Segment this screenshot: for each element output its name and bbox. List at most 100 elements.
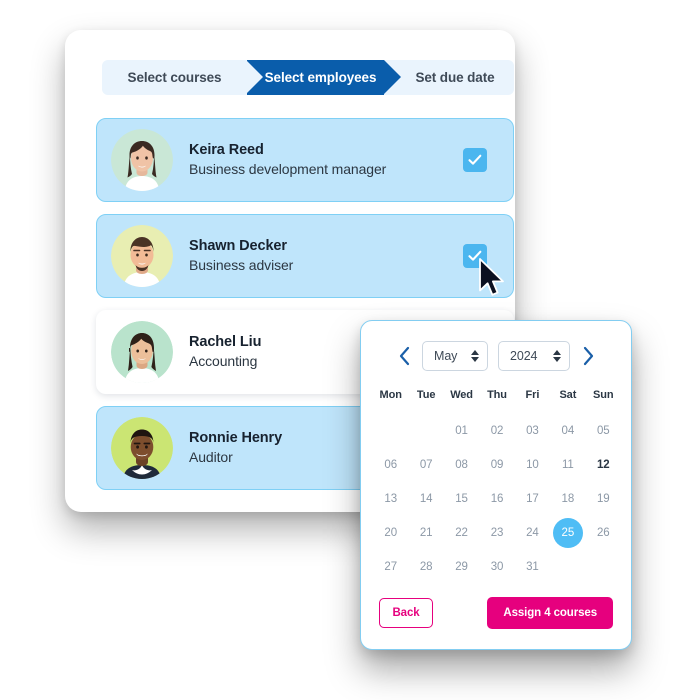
- calendar-day-11[interactable]: 11: [550, 448, 585, 482]
- year-value: 2024: [510, 349, 538, 363]
- calendar-day-15[interactable]: 15: [444, 482, 479, 516]
- calendar-day-label: 30: [490, 561, 504, 573]
- calendar-day-18[interactable]: 18: [550, 482, 585, 516]
- calendar-day-31[interactable]: 31: [515, 550, 550, 584]
- calendar-day-02[interactable]: 02: [479, 414, 514, 448]
- employee-name: Keira Reed: [189, 142, 264, 158]
- calendar-day-20[interactable]: 20: [373, 516, 408, 550]
- calendar-day-label: 13: [384, 493, 397, 505]
- employee-checkbox-shawn-decker[interactable]: [463, 244, 487, 268]
- weekday-sat: Sat: [559, 389, 577, 401]
- weekday-mon: Mon: [379, 389, 402, 401]
- calendar-day-label: 20: [384, 527, 397, 539]
- calendar-day-16[interactable]: 16: [479, 482, 514, 516]
- calendar-day-04[interactable]: 04: [550, 414, 585, 448]
- month-stepper-icon[interactable]: [471, 350, 479, 362]
- weekday-sun: Sun: [593, 389, 614, 401]
- calendar-day-01[interactable]: 01: [444, 414, 479, 448]
- calendar-day-label: 14: [419, 493, 433, 505]
- assign-courses-button[interactable]: Assign 4 courses: [487, 597, 613, 629]
- calendar-day-26[interactable]: 26: [586, 516, 621, 550]
- calendar-day-12[interactable]: 12: [586, 448, 621, 482]
- calendar-day-label: 03: [526, 425, 539, 437]
- calendar-day-29[interactable]: 29: [444, 550, 479, 584]
- month-value: May: [434, 349, 458, 363]
- month-select[interactable]: May: [422, 341, 488, 371]
- calendar-day-23[interactable]: 23: [479, 516, 514, 550]
- calendar-day-07[interactable]: 07: [408, 448, 443, 482]
- avatar-rachel-liu: [111, 321, 173, 383]
- employee-row-shawn-decker[interactable]: Shawn Decker Business adviser: [96, 214, 514, 298]
- calendar-day-label: 22: [455, 527, 468, 539]
- chevron-right-icon[interactable]: [575, 343, 601, 369]
- due-date-calendar-panel: May 2024 Mon Tue Wed Thu Fri Sat Sun 01 02 03 04 0…: [360, 320, 632, 650]
- calendar-day-13[interactable]: 13: [373, 482, 408, 516]
- calendar-day-06[interactable]: 06: [373, 448, 408, 482]
- calendar-day-label: 23: [490, 527, 504, 539]
- employee-row-keira-reed[interactable]: Keira Reed Business development manager: [96, 118, 514, 202]
- employee-role: Business adviser: [189, 257, 294, 273]
- calendar-footer: Back Assign 4 courses: [361, 597, 631, 629]
- calendar-day-28[interactable]: 28: [408, 550, 443, 584]
- calendar-day-label: 31: [526, 561, 539, 573]
- calendar-day-03[interactable]: 03: [515, 414, 550, 448]
- calendar-day-label: 17: [526, 493, 539, 505]
- calendar-day-14[interactable]: 14: [408, 482, 443, 516]
- calendar-day-label: 24: [526, 527, 539, 539]
- back-button[interactable]: Back: [379, 598, 433, 628]
- avatar-keira-reed: [111, 129, 173, 191]
- calendar-day-label: 26: [596, 527, 610, 539]
- calendar-day-label: 16: [490, 493, 504, 505]
- check-icon: [468, 250, 482, 261]
- year-stepper-icon[interactable]: [553, 350, 561, 362]
- step-set-due-date-label: Set due date: [415, 70, 495, 85]
- calendar-day-22[interactable]: 22: [444, 516, 479, 550]
- wizard-stepper: Select courses Select employees Set due …: [102, 60, 514, 95]
- calendar-day-08[interactable]: 08: [444, 448, 479, 482]
- calendar-day-label: 01: [455, 425, 468, 437]
- calendar-day-30[interactable]: 30: [479, 550, 514, 584]
- avatar-ronnie-henry: [111, 417, 173, 479]
- calendar-day-label: 27: [384, 561, 397, 573]
- calendar-day-label: 05: [596, 425, 610, 437]
- calendar-day-label: 09: [490, 459, 504, 471]
- year-select[interactable]: 2024: [498, 341, 570, 371]
- step-set-due-date[interactable]: Set due date: [384, 60, 514, 95]
- calendar-day-label: 02: [490, 425, 504, 437]
- chevron-left-icon[interactable]: [391, 343, 417, 369]
- calendar-day-label: 06: [384, 459, 397, 471]
- calendar-day-17[interactable]: 17: [515, 482, 550, 516]
- check-icon: [468, 154, 482, 165]
- calendar-day-label: 29: [455, 561, 468, 573]
- calendar-day-27[interactable]: 27: [373, 550, 408, 584]
- step-select-employees[interactable]: Select employees: [246, 60, 401, 95]
- avatar-shawn-decker: [111, 225, 173, 287]
- calendar-day-19[interactable]: 19: [586, 482, 621, 516]
- calendar-day-label: 19: [596, 493, 610, 505]
- calendar-day-label: 15: [455, 493, 468, 505]
- calendar-header: May 2024: [361, 339, 631, 373]
- weekday-wed: Wed: [450, 389, 473, 401]
- employee-checkbox-keira-reed[interactable]: [463, 148, 487, 172]
- step-select-employees-label: Select employees: [264, 70, 377, 85]
- calendar-day-label: 07: [419, 459, 433, 471]
- calendar-day-24[interactable]: 24: [515, 516, 550, 550]
- calendar-day-21[interactable]: 21: [408, 516, 443, 550]
- weekday-thu: Thu: [487, 389, 507, 401]
- step-select-courses-label: Select courses: [127, 70, 222, 85]
- calendar-day-label: 25: [552, 518, 583, 548]
- calendar-day-label: 10: [526, 459, 539, 471]
- step-select-courses[interactable]: Select courses: [102, 60, 247, 95]
- calendar-days-grid: 01 02 03 04 05 06 07 08 09 10 11 12 13 14 15 16 17 18 19 20…: [373, 414, 621, 584]
- calendar-day-label: 21: [419, 527, 433, 539]
- calendar-day-25[interactable]: 25: [550, 516, 585, 550]
- calendar-day-05[interactable]: 05: [586, 414, 621, 448]
- weekday-tue: Tue: [416, 389, 436, 401]
- employee-info-keira-reed: Keira Reed Business development manager: [189, 141, 463, 179]
- calendar-weekday-header: Mon Tue Wed Thu Fri Sat Sun: [373, 389, 621, 401]
- employee-info-shawn-decker: Shawn Decker Business adviser: [189, 237, 463, 275]
- calendar-day-label: 12: [596, 459, 610, 471]
- calendar-day-10[interactable]: 10: [515, 448, 550, 482]
- calendar-day-09[interactable]: 09: [479, 448, 514, 482]
- employee-name: Shawn Decker: [189, 238, 287, 254]
